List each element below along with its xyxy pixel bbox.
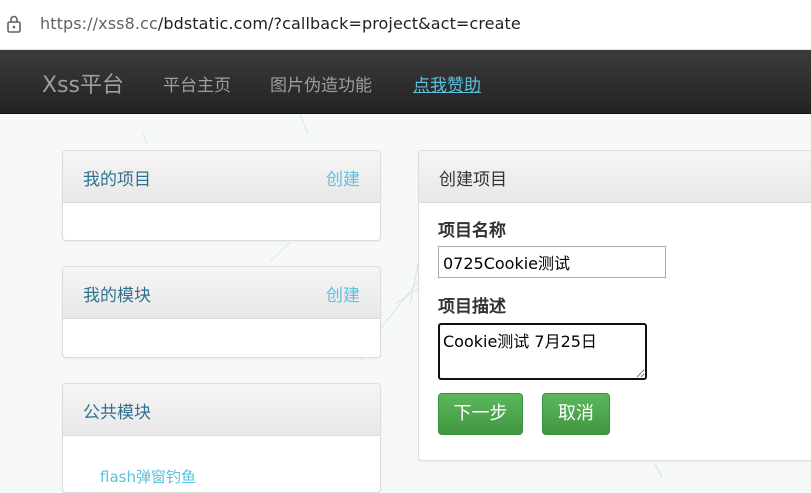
create-project-link[interactable]: 创建 <box>326 165 360 190</box>
panel-heading: 创建项目 <box>419 151 811 203</box>
panel-heading: 公共模块 <box>63 384 380 436</box>
create-project-title: 创建项目 <box>439 170 507 190</box>
panel-heading: 我的模块 创建 <box>63 267 380 319</box>
my-modules-panel: 我的模块 创建 <box>62 266 381 358</box>
brand-logo-text[interactable]: Xss平台 <box>42 67 124 99</box>
nav-link-home[interactable]: 平台主页 <box>163 71 231 96</box>
url-host: https://xss8.cc <box>40 14 158 33</box>
my-projects-panel: 我的项目 创建 <box>62 150 381 241</box>
lock-icon[interactable] <box>6 15 22 33</box>
project-name-input[interactable] <box>438 246 666 278</box>
create-module-link[interactable]: 创建 <box>326 281 360 306</box>
address-bar[interactable]: https://xss8.cc/bdstatic.com/?callback=p… <box>0 0 811 50</box>
project-name-label: 项目名称 <box>438 221 506 241</box>
nav-link-image-forgery[interactable]: 图片伪造功能 <box>270 71 372 96</box>
panel-heading: 我的项目 创建 <box>63 151 380 203</box>
url-path: /bdstatic.com/?callback=project&act=crea… <box>157 14 521 33</box>
project-description-label: 项目描述 <box>438 297 506 317</box>
top-navbar: Xss平台 平台主页 图片伪造功能 点我赞助 <box>0 50 811 114</box>
my-projects-title: 我的项目 <box>83 170 151 190</box>
next-step-button[interactable]: 下一步 <box>438 393 523 435</box>
my-modules-title: 我的模块 <box>83 286 151 306</box>
project-description-textarea[interactable]: Cookie测试 7月25日 <box>438 323 647 380</box>
nav-link-sponsor[interactable]: 点我赞助 <box>413 71 481 96</box>
cancel-button[interactable]: 取消 <box>542 393 610 435</box>
url-text[interactable]: https://xss8.cc/bdstatic.com/?callback=p… <box>40 14 521 33</box>
public-modules-title: 公共模块 <box>83 403 151 423</box>
